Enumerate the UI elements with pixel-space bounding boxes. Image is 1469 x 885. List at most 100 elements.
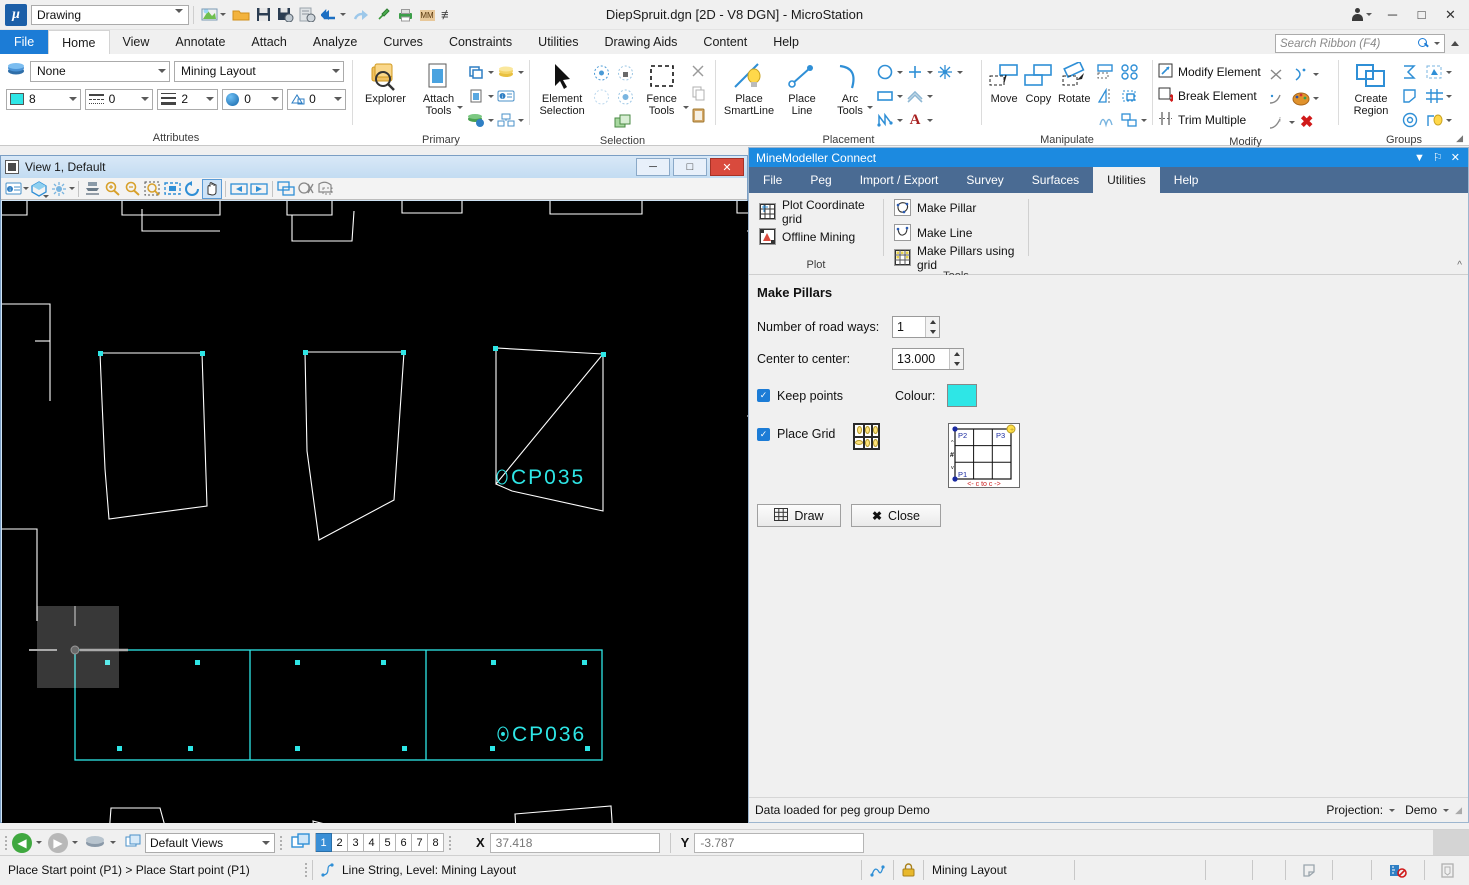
mm-tab-surfaces[interactable]: Surfaces: [1018, 167, 1093, 193]
create-region-button[interactable]: Create Region: [1344, 58, 1398, 117]
modify-element-button[interactable]: Modify Element: [1158, 60, 1265, 84]
view-menu-icon[interactable]: [5, 160, 19, 174]
add-to-graphic-group-icon[interactable]: [1398, 61, 1422, 83]
project-explorer-icon[interactable]: [494, 109, 518, 131]
cad-drawing-canvas[interactable]: CP035 CP036: [2, 201, 748, 823]
center-to-center-stepper[interactable]: 13.000: [892, 348, 964, 370]
insert-vertex-icon[interactable]: [1265, 111, 1289, 133]
create-complex-chain-icon[interactable]: [1398, 109, 1422, 131]
select-individual-icon[interactable]: [589, 62, 613, 84]
place-curve-icon[interactable]: [903, 85, 927, 107]
ribbon-tab-utilities[interactable]: Utilities: [525, 30, 591, 54]
place-grid-checkbox[interactable]: ✓: [757, 428, 770, 441]
view-next-icon[interactable]: [249, 179, 269, 199]
x-coordinate-input[interactable]: 37.418: [490, 833, 660, 853]
element-template-icon[interactable]: [6, 62, 26, 81]
change-attributes-icon[interactable]: [1289, 87, 1313, 109]
select-by-attribute-icon[interactable]: [613, 86, 637, 108]
save-icon[interactable]: [253, 4, 273, 26]
mirror-icon[interactable]: [1093, 85, 1117, 107]
view-group-selector[interactable]: Default Views: [145, 833, 275, 853]
select-none-icon[interactable]: [589, 86, 613, 108]
pan-view-icon[interactable]: [202, 179, 222, 199]
minimize-button[interactable]: ─: [1378, 2, 1407, 28]
place-multiline-icon[interactable]: [933, 61, 957, 83]
view-number-2[interactable]: 2: [332, 833, 348, 852]
view-minimize-button[interactable]: ─: [636, 158, 670, 176]
break-element-button[interactable]: ✖ Break Element: [1158, 84, 1265, 108]
place-text-icon[interactable]: A: [903, 109, 927, 131]
no-scale-icon[interactable]: [1372, 856, 1424, 885]
mm-tab-survey[interactable]: Survey: [952, 167, 1017, 193]
copy-icon[interactable]: [686, 82, 710, 104]
view-close-button[interactable]: ✕: [710, 158, 744, 176]
clip-volume-icon[interactable]: [296, 179, 316, 199]
view-number-6[interactable]: 6: [396, 833, 412, 852]
num-roadways-up[interactable]: [926, 317, 939, 327]
place-point-icon[interactable]: [903, 61, 927, 83]
paste-icon[interactable]: [686, 104, 710, 126]
rotate-view-icon[interactable]: [182, 179, 202, 199]
adjust-brightness-icon[interactable]: [49, 179, 69, 199]
element-selection-button[interactable]: Element Selection: [535, 58, 589, 117]
ribbon-tab-view[interactable]: View: [110, 30, 163, 54]
view-title-bar[interactable]: View 1, Default ─ □ ✕: [1, 156, 747, 178]
minemodeller-icon[interactable]: MM: [417, 4, 437, 26]
navigate-back-icon[interactable]: ◀: [12, 833, 32, 853]
plot-coordinate-grid-button[interactable]: Plot Coordinate grid: [759, 199, 873, 224]
drag-handle[interactable]: [3, 834, 9, 852]
brightness-dropdown-icon[interactable]: [69, 187, 75, 190]
copy-view-icon[interactable]: [276, 179, 296, 199]
active-level-selector[interactable]: None: [30, 61, 170, 82]
ribbon-tab-help[interactable]: Help: [760, 30, 812, 54]
fit-view-icon[interactable]: [162, 179, 182, 199]
panel-options-icon[interactable]: ▼: [1410, 152, 1429, 164]
ribbon-tab-file[interactable]: File: [0, 30, 48, 54]
mm-tab-peg[interactable]: Peg: [796, 167, 845, 193]
pin-icon[interactable]: [373, 4, 393, 26]
drop-element-icon[interactable]: [1398, 85, 1422, 107]
center-to-center-up[interactable]: [950, 349, 963, 359]
keep-points-checkbox[interactable]: ✓: [757, 389, 770, 402]
navigate-forward-icon[interactable]: ▶: [48, 833, 68, 853]
projection-value[interactable]: Demo: [1405, 803, 1437, 817]
open-file-icon[interactable]: [231, 4, 251, 26]
user-account-button[interactable]: [1346, 8, 1378, 21]
rotate-button[interactable]: Rotate: [1056, 58, 1094, 106]
sheet-icon[interactable]: [1425, 856, 1469, 885]
place-line-button[interactable]: Place Line: [777, 58, 827, 117]
view-number-5[interactable]: 5: [380, 833, 396, 852]
view-number-3[interactable]: 3: [348, 833, 364, 852]
dialog-launcher-icon[interactable]: ◢: [1456, 133, 1463, 144]
close-button[interactable]: ✕: [1436, 2, 1465, 28]
place-circle-icon[interactable]: [873, 61, 897, 83]
place-smartline-button[interactable]: Place SmartLine: [721, 58, 777, 117]
cut-icon[interactable]: [686, 60, 710, 82]
center-to-center-down[interactable]: [950, 359, 963, 369]
pattern-area-icon[interactable]: [1422, 85, 1446, 107]
ribbon-tab-attach[interactable]: Attach: [238, 30, 299, 54]
view-maximize-button[interactable]: □: [673, 158, 707, 176]
num-roadways-down[interactable]: [926, 327, 939, 337]
models-icon[interactable]: [464, 61, 488, 83]
num-roadways-value[interactable]: 1: [893, 317, 925, 337]
save-settings-icon[interactable]: [275, 4, 295, 26]
make-pillars-using-grid-button[interactable]: Make Pillars using grid: [894, 245, 1018, 270]
draw-button[interactable]: Draw: [757, 504, 841, 527]
back-dropdown-icon[interactable]: [36, 841, 42, 844]
redo-icon[interactable]: [351, 4, 371, 26]
place-block-icon[interactable]: [873, 85, 897, 107]
zoom-out-icon[interactable]: [122, 179, 142, 199]
view-number-8[interactable]: 8: [428, 833, 444, 852]
mm-tab-file[interactable]: File: [749, 167, 796, 193]
ribbon-tab-home[interactable]: Home: [48, 30, 109, 54]
saved-views-icon[interactable]: [84, 834, 106, 852]
transparency-selector[interactable]: 0: [222, 89, 283, 110]
mm-tab-import-export[interactable]: Import / Export: [846, 167, 953, 193]
saved-views-dropdown-icon[interactable]: [110, 841, 116, 844]
make-pillar-button[interactable]: Make Pillar: [894, 195, 1018, 220]
panel-pin-icon[interactable]: ⚐: [1429, 151, 1447, 164]
peg-group-dropdown-icon[interactable]: [1443, 809, 1449, 812]
line-weight-selector[interactable]: 2: [157, 89, 218, 110]
explorer-button[interactable]: Explorer: [358, 58, 413, 106]
